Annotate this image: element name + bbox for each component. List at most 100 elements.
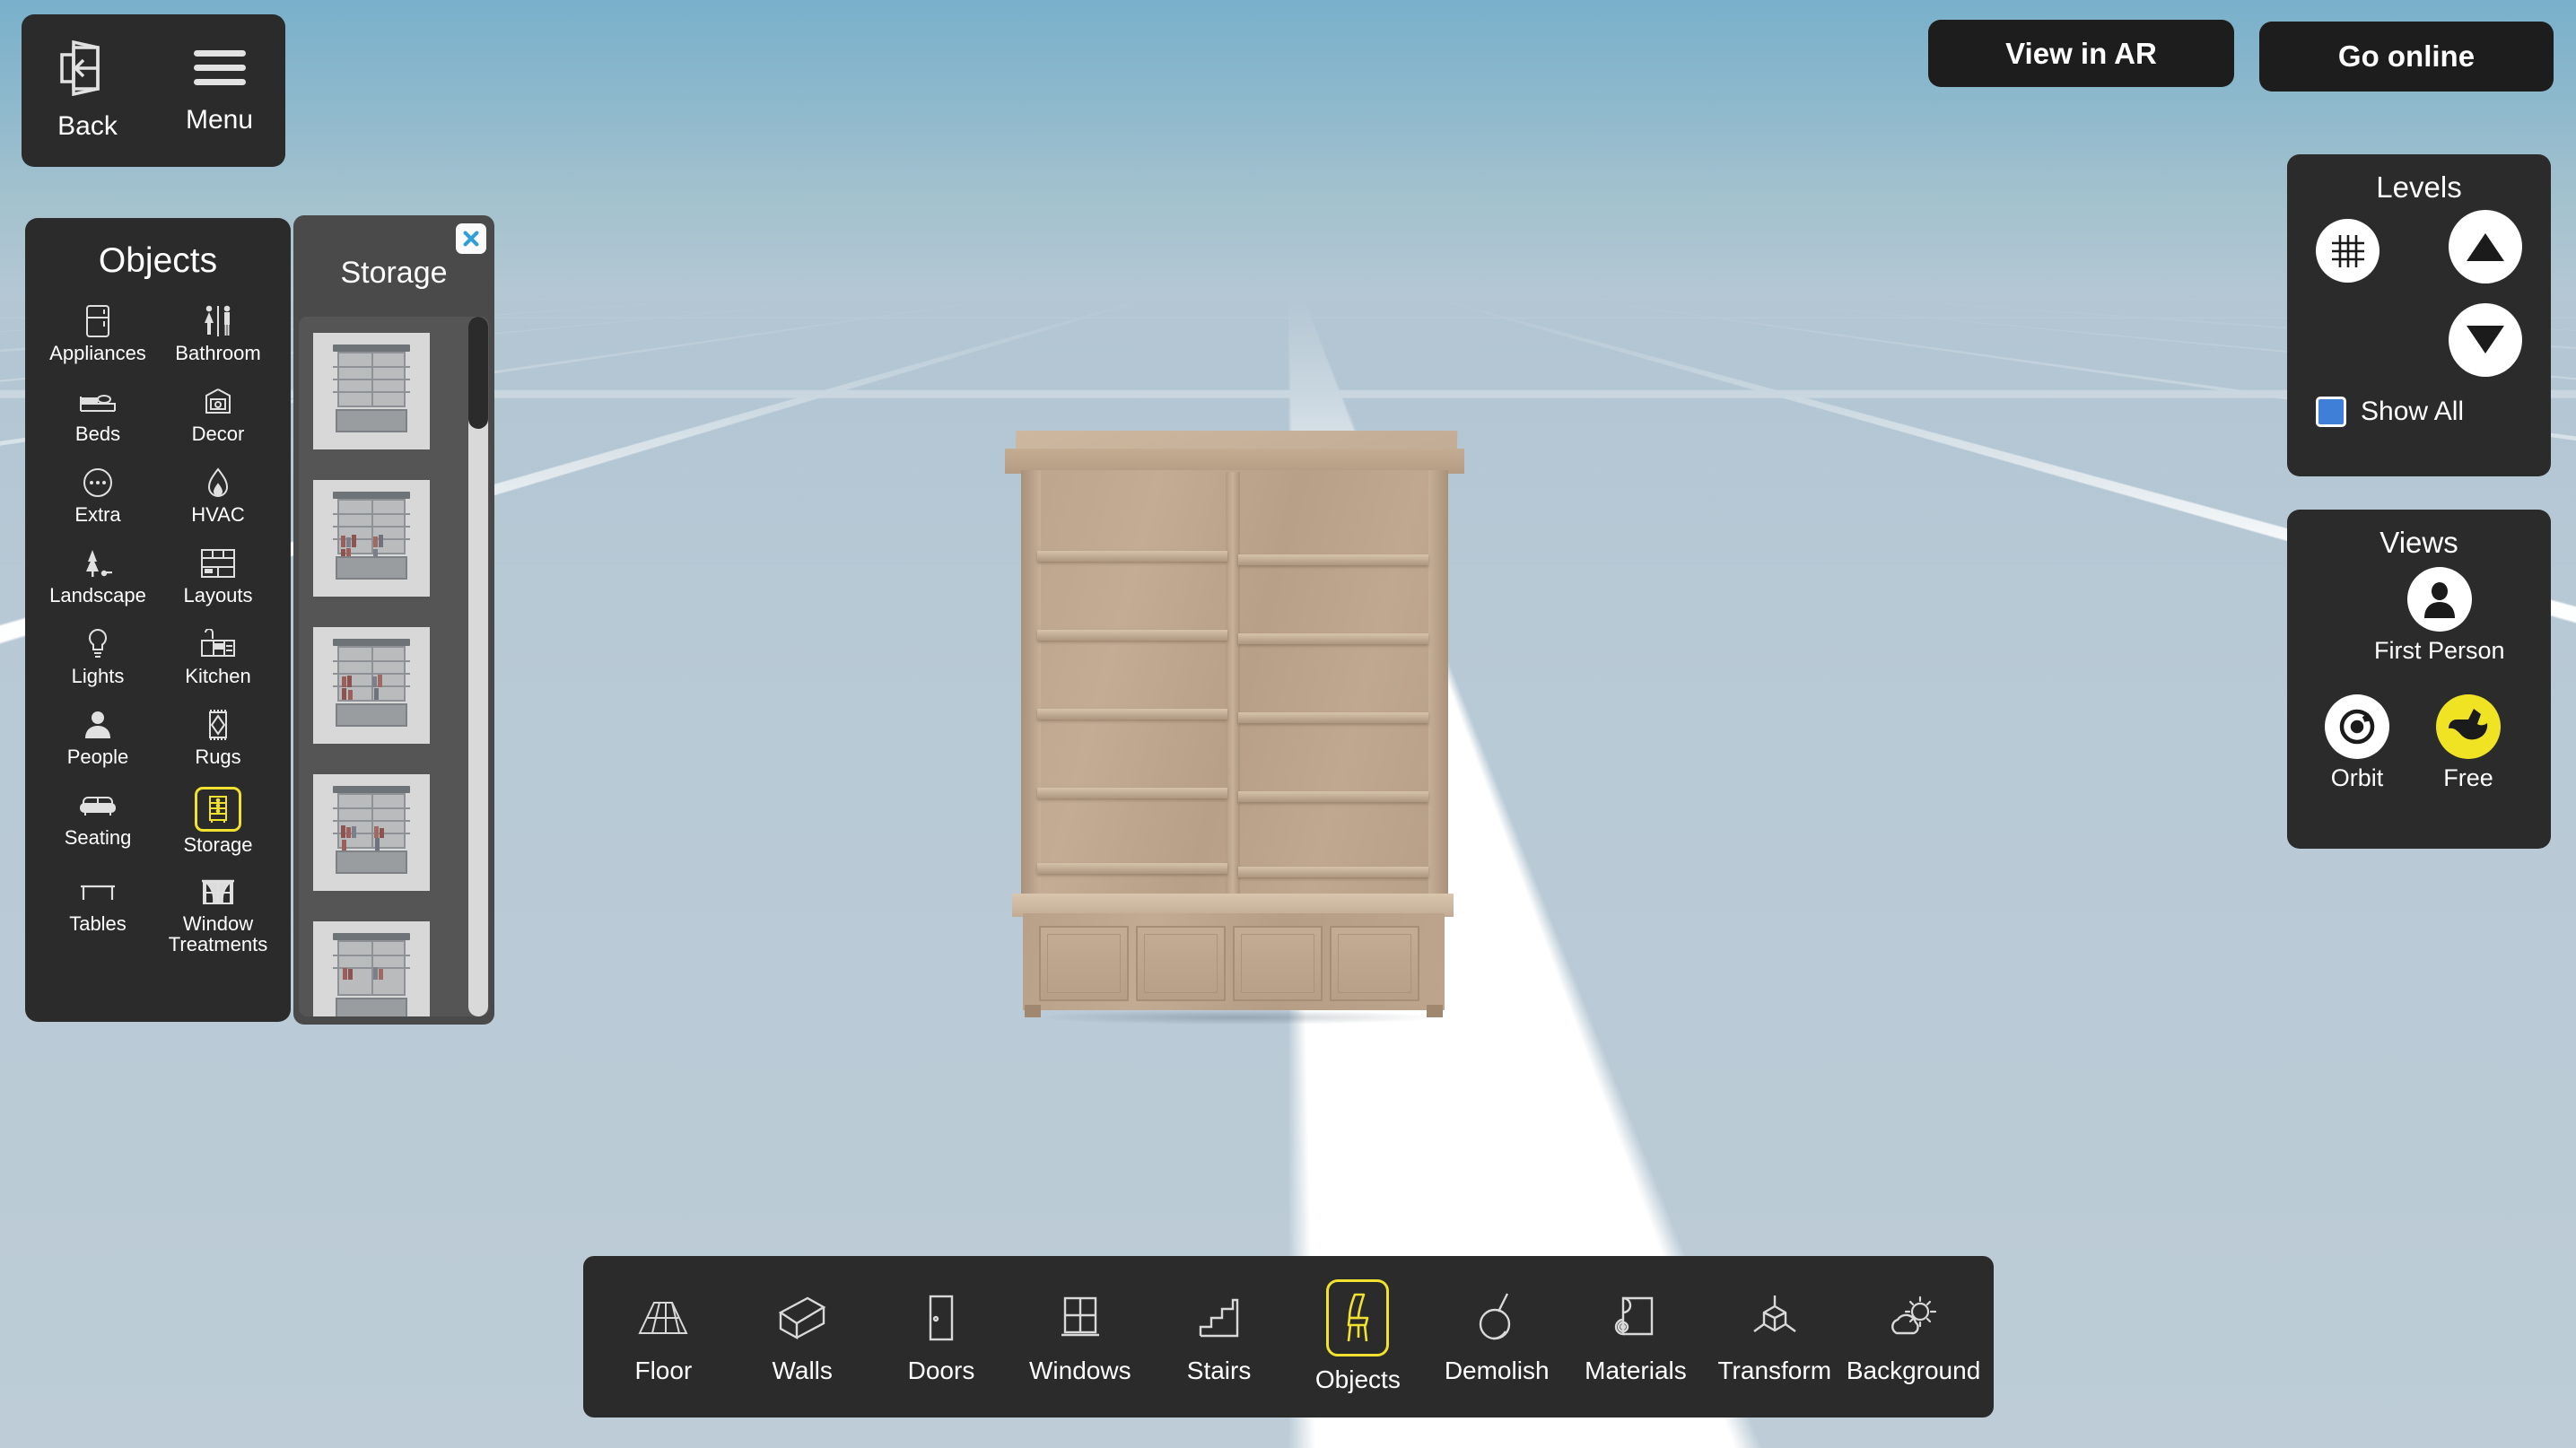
object-category-label: Decor — [191, 423, 245, 445]
object-category-layouts[interactable]: Layouts — [158, 541, 278, 611]
tool-label: Windows — [1028, 1356, 1131, 1384]
bookshelf-hutch-model[interactable] — [1005, 431, 1464, 1025]
tool-windows[interactable]: Windows — [1013, 1288, 1148, 1385]
shelf-board — [1037, 788, 1227, 798]
object-category-decor[interactable]: Decor — [158, 379, 278, 449]
object-category-people[interactable]: People — [38, 702, 158, 772]
storage-scrollbar-thumb[interactable] — [468, 317, 488, 429]
view-mode-orbit[interactable]: Orbit — [2325, 694, 2389, 792]
object-category-bathroom[interactable]: Bathroom — [158, 299, 278, 369]
object-category-hvac[interactable]: HVAC — [158, 460, 278, 530]
object-category-label: Beds — [74, 423, 121, 445]
show-all-checkbox[interactable]: Show All — [2316, 397, 2464, 427]
levels-panel-title: Levels — [2376, 170, 2462, 204]
tool-background[interactable]: Background — [1847, 1288, 1981, 1385]
triangle-down-icon[interactable] — [2449, 303, 2522, 377]
material-roll-icon — [1607, 1288, 1664, 1348]
close-x-icon[interactable] — [456, 223, 486, 254]
tool-floor[interactable]: Floor — [596, 1288, 730, 1385]
tool-label: Doors — [907, 1356, 975, 1384]
object-category-label: Rugs — [195, 746, 241, 768]
object-category-extra[interactable]: Extra — [38, 460, 158, 530]
storage-scrollbar-track[interactable] — [468, 317, 488, 1016]
object-category-beds[interactable]: Beds — [38, 379, 158, 449]
person-avatar-icon — [2406, 567, 2472, 632]
triangle-up-icon[interactable] — [2449, 210, 2522, 283]
curtains-icon — [198, 873, 238, 911]
view-mode-label: Orbit — [2330, 764, 2384, 791]
objects-panel: Objects Appliances Bathroom Beds Decor E… — [25, 218, 291, 1022]
menu-button[interactable]: Menu — [166, 47, 274, 135]
view-mode-free[interactable]: Free — [2436, 694, 2501, 792]
tool-stairs[interactable]: Stairs — [1152, 1288, 1287, 1385]
tool-materials[interactable]: Materials — [1568, 1288, 1703, 1385]
checkbox-box[interactable] — [2316, 397, 2346, 427]
floor-planks-icon — [634, 1288, 692, 1348]
object-category-window-treatments[interactable]: Window Treatments — [158, 869, 278, 958]
view-in-ar-button[interactable]: View in AR — [1928, 20, 2234, 87]
go-online-button[interactable]: Go online — [2259, 22, 2554, 92]
bottom-toolbar: Floor Walls Doors Windows Stairs Objects… — [583, 1256, 1994, 1417]
sofa-icon — [78, 787, 118, 824]
view-mode-first-person[interactable]: First Person — [2374, 567, 2505, 665]
shelf-board — [1238, 791, 1428, 802]
object-category-label: Extra — [74, 503, 121, 526]
view-mode-label: First Person — [2374, 637, 2505, 664]
object-category-label: Appliances — [49, 342, 146, 364]
refrigerator-icon — [78, 302, 118, 340]
object-category-label: HVAC — [191, 503, 245, 526]
hamburger-menu-icon — [193, 47, 246, 94]
grid-icon[interactable] — [2316, 219, 2380, 283]
transform-axes-icon — [1746, 1288, 1803, 1348]
view-mode-label: Free — [2443, 764, 2493, 791]
lightbulb-icon — [78, 625, 118, 663]
cabinet-door — [1136, 926, 1226, 1001]
shelf-board — [1037, 630, 1227, 641]
object-category-label: Bathroom — [175, 342, 261, 364]
object-category-storage[interactable]: Storage — [158, 783, 278, 859]
storage-thumbnail-item[interactable] — [313, 333, 430, 449]
person-icon — [78, 706, 118, 744]
storage-thumbnail-item[interactable] — [313, 921, 430, 1016]
object-category-rugs[interactable]: Rugs — [158, 702, 278, 772]
stairs-icon — [1191, 1288, 1248, 1348]
tool-demolish[interactable]: Demolish — [1429, 1288, 1564, 1385]
tool-label: Walls — [772, 1356, 833, 1384]
rug-icon — [198, 706, 238, 744]
object-category-label: Tables — [69, 912, 127, 936]
tool-label: Objects — [1314, 1365, 1401, 1393]
views-panel-title: Views — [2380, 526, 2458, 559]
storage-category-panel: Storage — [293, 215, 494, 1025]
object-category-tables[interactable]: Tables — [38, 869, 158, 958]
tool-walls[interactable]: Walls — [735, 1288, 869, 1385]
tool-objects[interactable]: Objects — [1290, 1279, 1425, 1394]
tool-label: Transform — [1717, 1356, 1832, 1384]
storage-thumbnail-item[interactable] — [313, 627, 430, 744]
object-category-label: Kitchen — [185, 665, 251, 687]
back-button[interactable]: Back — [34, 39, 142, 142]
object-category-label: Seating — [64, 826, 132, 849]
object-category-landscape[interactable]: Landscape — [38, 541, 158, 611]
storage-thumbnail-list[interactable] — [299, 317, 489, 1016]
framed-picture-icon — [198, 383, 238, 421]
tool-doors[interactable]: Doors — [874, 1288, 1009, 1385]
object-category-appliances[interactable]: Appliances — [38, 299, 158, 369]
tool-transform[interactable]: Transform — [1707, 1288, 1842, 1385]
views-panel: Views First Person Orbit Free — [2287, 510, 2551, 849]
object-category-kitchen[interactable]: Kitchen — [158, 622, 278, 692]
shelf-board — [1037, 551, 1227, 562]
object-category-label: People — [66, 746, 129, 768]
shelf-board — [1037, 863, 1227, 874]
storage-thumbnail-item[interactable] — [313, 480, 430, 597]
object-category-lights[interactable]: Lights — [38, 622, 158, 692]
show-all-label: Show All — [2361, 397, 2465, 426]
hutch-leg-left — [1025, 1005, 1041, 1017]
storage-thumbnail-item[interactable] — [313, 774, 430, 891]
door-icon — [913, 1288, 970, 1348]
orbit-target-icon — [2325, 694, 2389, 759]
ellipsis-circle-icon — [78, 464, 118, 502]
cabinet-door — [1039, 926, 1129, 1001]
hutch-side-right — [1428, 470, 1448, 899]
object-category-seating[interactable]: Seating — [38, 783, 158, 859]
cabinet-door — [1233, 926, 1323, 1001]
